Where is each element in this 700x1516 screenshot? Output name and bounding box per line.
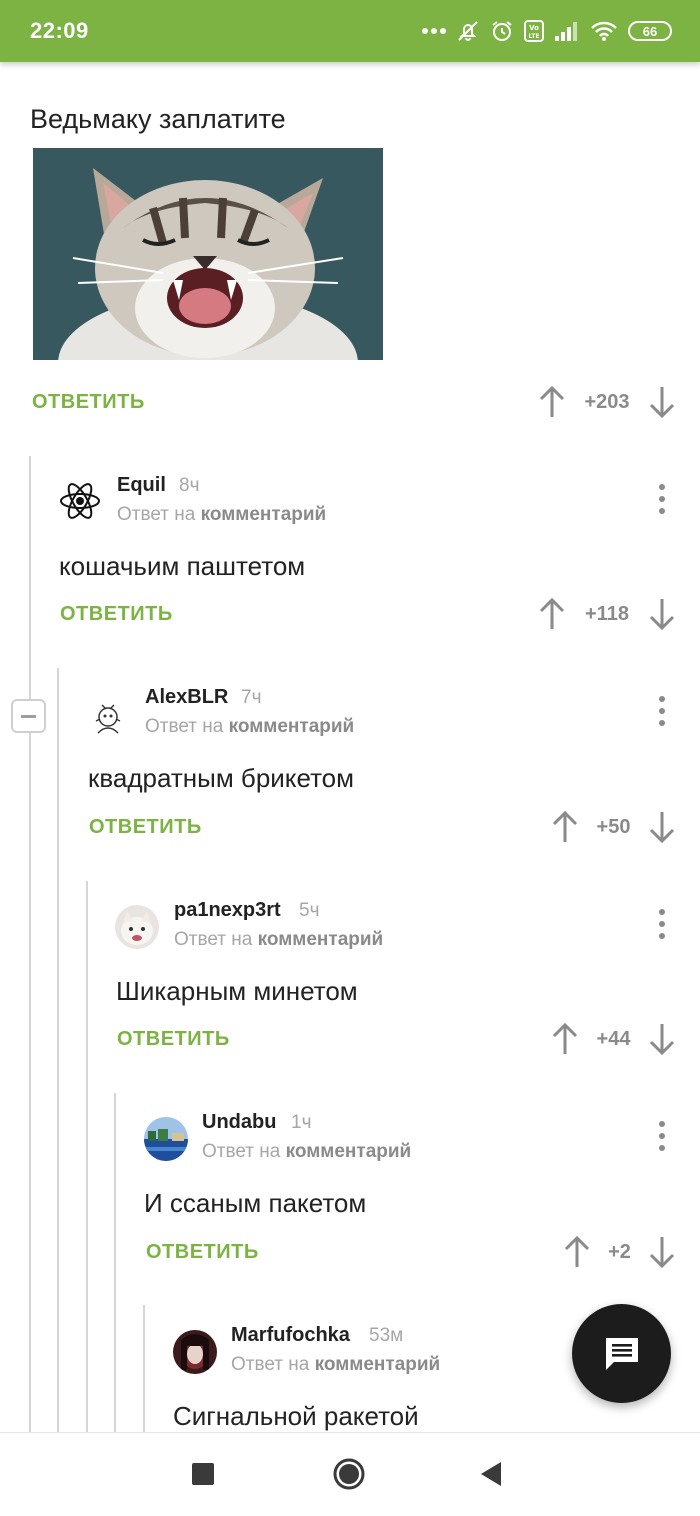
comment-votes: +118 [538,597,676,631]
more-vert-icon[interactable] [657,909,667,939]
battery-icon: 66 [628,21,672,41]
post-reply-button[interactable]: ОТВЕТИТЬ [32,391,145,414]
kitten-image[interactable] [33,148,383,360]
thread-line-3 [86,881,88,1432]
status-bar: 22:09 Vo LTE 66 [0,0,700,62]
upvote-arrow-icon[interactable] [551,1022,579,1056]
avatar[interactable] [173,1330,217,1374]
avatar[interactable] [115,905,159,949]
reply-target-link[interactable]: комментарий [286,1141,412,1162]
comment-time: 8ч [179,475,200,496]
home-circle-icon[interactable] [332,1457,366,1491]
comment-text: И ссаным пакетом [144,1188,367,1218]
battery-level: 66 [642,23,658,39]
comment-reply-button[interactable]: ОТВЕТИТЬ [60,603,173,626]
upvote-arrow-icon[interactable] [538,385,566,419]
comment-author[interactable]: Equil [117,474,166,497]
comment-score: +118 [585,602,629,625]
thread-line-5 [143,1305,145,1432]
comment-time: 7ч [241,687,262,708]
downvote-arrow-icon[interactable] [648,385,676,419]
comment-votes: +50 [551,810,676,844]
reply-target-link[interactable]: комментарий [229,716,355,737]
comment-reply-button[interactable]: ОТВЕТИТЬ [146,1241,259,1264]
alarm-icon [492,21,512,41]
comment-reply-to: Ответ на комментарий [231,1354,440,1376]
upvote-arrow-icon[interactable] [551,810,579,844]
comment-votes: +44 [551,1022,676,1056]
comment-author[interactable]: pa1nexp3rt [174,899,281,922]
post-title: Ведьмаку заплатите [30,104,286,134]
reply-prefix: Ответ на [202,1141,281,1162]
upvote-arrow-icon[interactable] [563,1235,591,1269]
reply-prefix: Ответ на [174,929,253,950]
downvote-arrow-icon[interactable] [648,597,676,631]
comment-time: 5ч [299,900,320,921]
reply-prefix: Ответ на [145,716,224,737]
more-vert-icon[interactable] [657,696,667,726]
reply-prefix: Ответ на [117,504,196,525]
wifi-icon [591,21,617,41]
comment-reply-to: Ответ на комментарий [145,716,354,738]
more-vert-icon[interactable] [657,484,667,514]
comment-time: 53м [369,1325,404,1346]
status-icons: Vo LTE 66 [422,19,672,43]
comment-reply-to: Ответ на комментарий [202,1141,411,1163]
downvote-arrow-icon[interactable] [648,1235,676,1269]
avatar[interactable] [58,479,102,523]
reply-target-link[interactable]: комментарий [258,929,384,950]
more-dots-icon [422,28,446,34]
thread-line-1 [29,456,31,1432]
comment-score: +2 [608,1240,631,1263]
thread-line-2 [57,668,59,1432]
post-score: +203 [584,390,630,413]
avatar[interactable] [86,697,130,741]
svg-text:LTE: LTE [528,33,539,40]
comment-text: квадратным брикетом [88,763,355,793]
comment-author[interactable]: AlexBLR [145,686,228,709]
volte-icon: VoLTE [524,20,544,42]
write-comment-fab[interactable] [572,1304,671,1403]
comment-votes: +2 [563,1235,676,1269]
comment-text: Сигнальной ракетой [173,1401,419,1431]
reply-target-link[interactable]: комментарий [201,504,327,525]
upvote-arrow-icon[interactable] [538,597,566,631]
comment-score: +50 [596,815,631,838]
comment-reply-button[interactable]: ОТВЕТИТЬ [89,816,202,839]
svg-text:Vo: Vo [529,24,539,32]
reply-target-link[interactable]: комментарий [315,1354,441,1375]
avatar[interactable] [144,1117,188,1161]
downvote-arrow-icon[interactable] [648,810,676,844]
comment-time: 1ч [291,1112,312,1133]
bell-off-icon [458,21,478,41]
more-vert-icon[interactable] [657,1121,667,1151]
comment-reply-to: Ответ на комментарий [174,929,383,951]
chat-icon [605,1337,638,1370]
collapse-thread-button[interactable] [11,699,46,733]
recents-square-icon[interactable] [192,1463,214,1485]
comment-author[interactable]: Marfufochka [231,1324,350,1347]
signal-icon [555,22,577,41]
comment-reply-to: Ответ на комментарий [117,504,326,526]
back-triangle-icon[interactable] [480,1461,502,1487]
minus-icon [21,714,36,718]
comment-score: +44 [596,1027,631,1050]
downvote-arrow-icon[interactable] [648,1022,676,1056]
status-time: 22:09 [30,18,89,43]
comment-text: Шикарным минетом [116,976,358,1006]
comment-text: кошачьим паштетом [59,551,306,581]
reply-prefix: Ответ на [231,1354,310,1375]
thread-line-4 [114,1093,116,1432]
post-votes: +203 [538,385,676,419]
comment-author[interactable]: Undabu [202,1111,276,1134]
comment-reply-button[interactable]: ОТВЕТИТЬ [117,1028,230,1051]
system-nav-bar [0,1432,700,1516]
